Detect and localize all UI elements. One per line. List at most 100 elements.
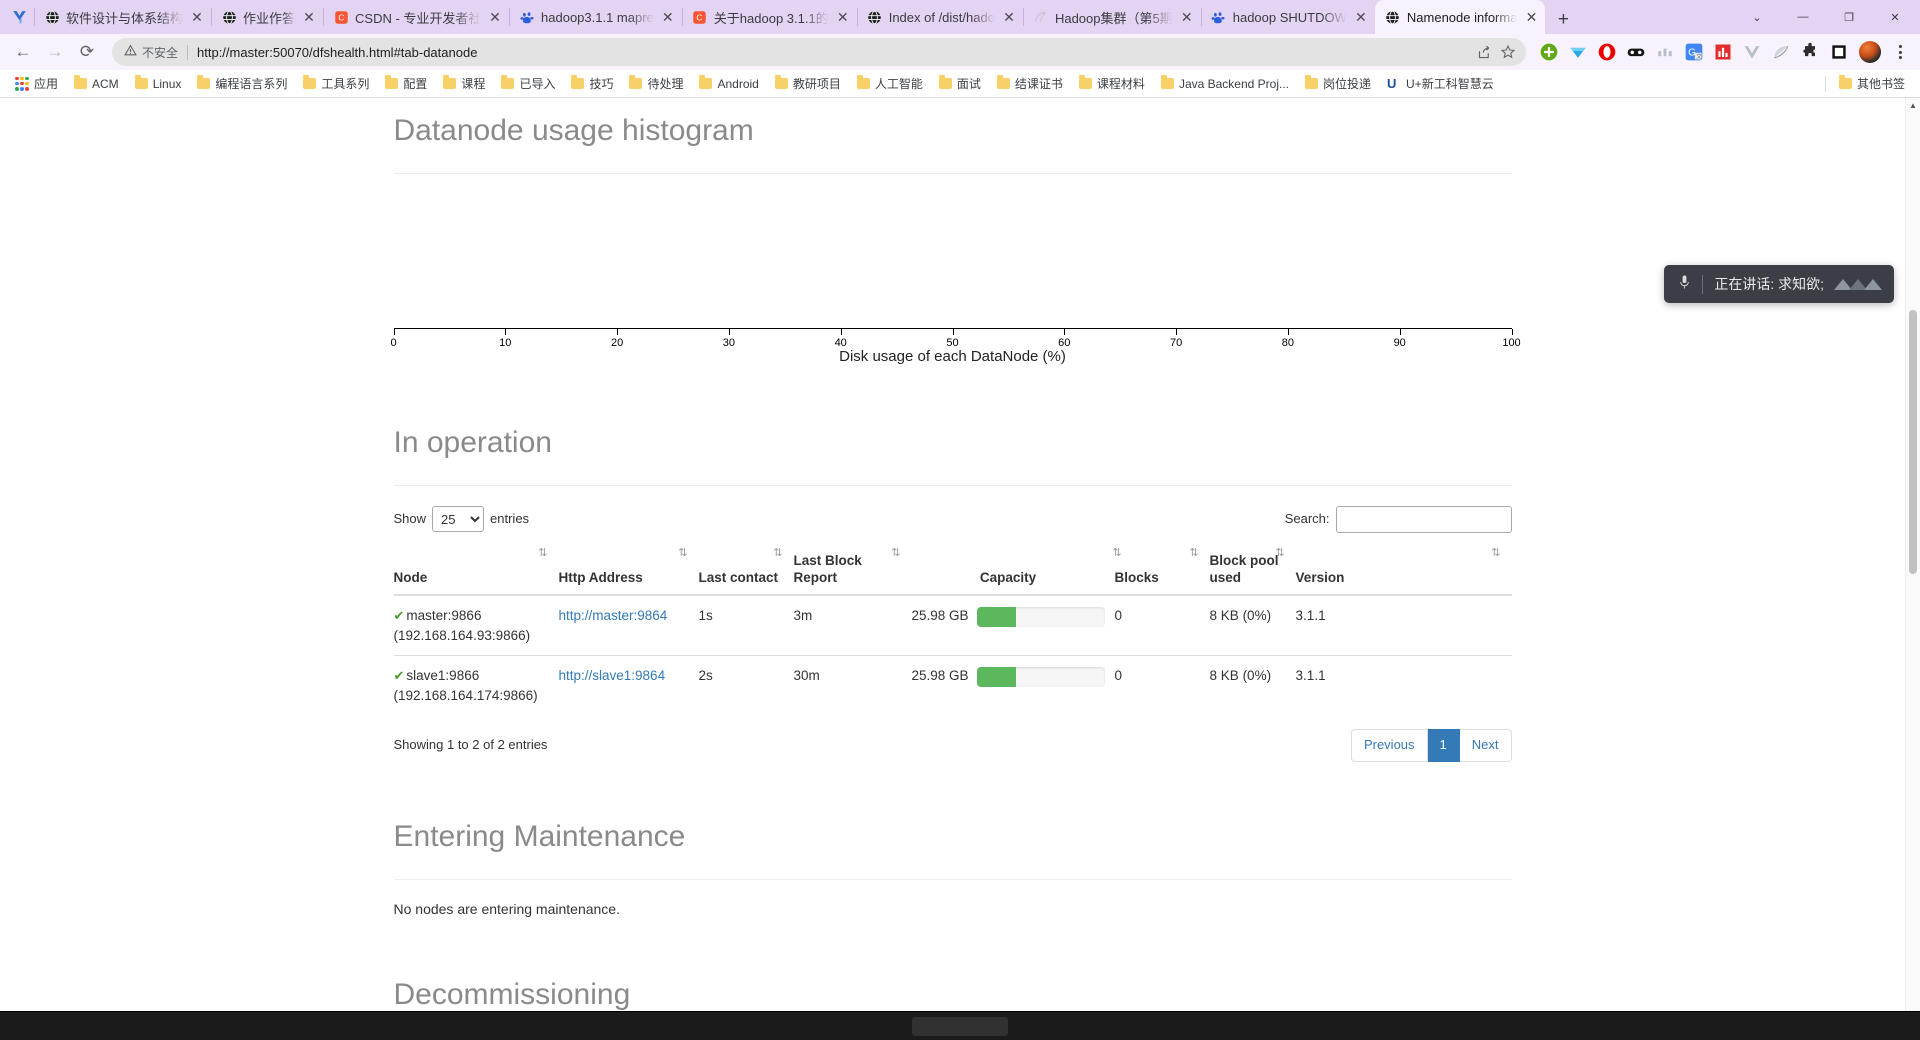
pagination-page-1[interactable]: 1 <box>1427 729 1460 762</box>
datanode-usage-histogram: 2 0 10 20 30 40 50 60 70 80 90 100 Disk usage of e… <box>390 194 1520 366</box>
tab-close-icon[interactable]: ✕ <box>301 9 317 25</box>
table-column-header[interactable]: Capacity ⇅ <box>911 544 1122 597</box>
share-icon[interactable] <box>1472 40 1496 64</box>
entries-label: entries <box>490 510 530 526</box>
table-column-header[interactable]: Last contact ⇅ <box>698 544 794 597</box>
bookmark-item[interactable]: 人工智能 <box>850 72 930 95</box>
bookmark-item[interactable]: 课程 <box>436 72 492 95</box>
star-icon[interactable] <box>1496 40 1520 64</box>
bookmark-item[interactable]: 技巧 <box>564 72 620 95</box>
bookmark-item[interactable]: 待处理 <box>622 72 690 95</box>
folder-icon <box>938 75 952 89</box>
table-column-header[interactable]: Node ⇅ <box>393 544 559 597</box>
bookmark-label: 应用 <box>34 77 59 91</box>
pagination-next[interactable]: Next <box>1459 729 1512 762</box>
bookmark-item[interactable]: Linux <box>128 74 189 94</box>
bookmark-item[interactable]: 面试 <box>932 72 988 95</box>
pagination-previous[interactable]: Previous <box>1350 729 1428 762</box>
http-address-link[interactable]: http://master:9864 <box>559 608 668 623</box>
browser-tab[interactable]: hadoop3.1.1 mapre ✕ <box>509 0 682 34</box>
v-logo-icon[interactable] <box>1739 39 1765 65</box>
bookmark-item[interactable]: 工具系列 <box>296 72 376 95</box>
scrollbar-thumb[interactable] <box>1909 310 1917 574</box>
table-column-header[interactable]: Blocks ⇅ <box>1114 544 1210 597</box>
histogram-tick <box>1064 328 1066 335</box>
opera-icon[interactable] <box>1594 39 1620 65</box>
square-icon[interactable] <box>1826 39 1852 65</box>
window-close-button[interactable]: ✕ <box>1872 0 1918 34</box>
forward-button[interactable]: → <box>40 37 70 67</box>
add-extension-icon[interactable] <box>1536 39 1562 65</box>
browser-tab[interactable]: Index of /dist/hado ✕ <box>856 0 1023 34</box>
bookmark-item[interactable]: U U+新工科智慧云 <box>1380 72 1501 95</box>
bookmark-item[interactable]: 岗位投递 <box>1298 72 1378 95</box>
glasses-icon[interactable] <box>1623 39 1649 65</box>
table-column-header[interactable]: Last Block Report ⇅ <box>793 544 912 597</box>
browser-tab[interactable]: Hadoop集群（第5期 ✕ <box>1022 0 1201 34</box>
bars-icon[interactable] <box>1652 39 1678 65</box>
tab-close-icon[interactable]: ✕ <box>487 9 503 25</box>
bookmark-item[interactable]: 结课证书 <box>990 72 1070 95</box>
bookmark-item[interactable]: 配置 <box>378 72 434 95</box>
entries-select[interactable]: 2550100 <box>432 506 485 533</box>
browser-tab[interactable]: C CSDN - 专业开发者社 ✕ <box>323 0 509 34</box>
capacity-progress-fill <box>976 666 1017 687</box>
taskbar-item[interactable] <box>912 1016 1008 1036</box>
diamond-icon[interactable] <box>1565 39 1591 65</box>
tab-title: 软件设计与体系结构 <box>66 10 184 26</box>
folder-icon <box>501 75 515 89</box>
tab-close-icon[interactable]: ✕ <box>660 9 676 25</box>
url-text[interactable]: http://master:50070/dfshealth.html#tab-d… <box>197 45 1472 60</box>
chart-icon[interactable] <box>1710 39 1736 65</box>
tab-close-icon[interactable]: ✕ <box>1001 9 1017 25</box>
bookmark-other-bookmarks[interactable]: 其他书签 <box>1832 72 1912 95</box>
http-address-link[interactable]: http://slave1:9864 <box>559 668 666 683</box>
tab-close-icon[interactable]: ✕ <box>1179 9 1195 25</box>
bookmark-item[interactable]: Android <box>692 74 765 94</box>
back-button[interactable]: ← <box>8 37 38 67</box>
bookmark-item[interactable]: 教研项目 <box>768 72 848 95</box>
bookmark-item[interactable]: 应用 <box>8 72 65 95</box>
divider <box>393 484 1512 486</box>
bookmark-item[interactable]: 课程材料 <box>1072 72 1152 95</box>
table-column-header[interactable]: Block pool used ⇅ <box>1209 544 1296 597</box>
new-tab-button[interactable]: + <box>1549 6 1577 34</box>
page-scrollbar[interactable]: ▲ ▼ <box>1905 98 1920 1039</box>
scroll-up-arrow[interactable]: ▲ <box>1906 98 1920 113</box>
table-column-header[interactable]: Http Address ⇅ <box>558 544 699 597</box>
address-bar[interactable]: 不安全 http://master:50070/dfshealth.html#t… <box>112 38 1526 66</box>
puzzle-icon[interactable] <box>1797 39 1823 65</box>
window-restore-button[interactable]: — <box>1780 0 1826 34</box>
avatar[interactable] <box>1859 41 1881 63</box>
browser-tab[interactable]: 软件设计与体系结构 ✕ <box>34 0 211 34</box>
table-column-header[interactable]: Version ⇅ <box>1295 544 1512 597</box>
tab-close-icon[interactable]: ✕ <box>835 9 851 25</box>
tab-title: Namenode informa <box>1406 9 1518 25</box>
svg-text:文: 文 <box>1696 53 1702 61</box>
reload-button[interactable]: ⟳ <box>72 37 102 67</box>
microphone-icon[interactable] <box>1678 274 1691 294</box>
browser-tab[interactable]: hadoop SHUTDOW ✕ <box>1200 0 1375 34</box>
bookmark-item[interactable]: 已导入 <box>494 72 562 95</box>
bookmark-item[interactable]: Java Backend Proj... <box>1154 74 1296 94</box>
tab-close-icon[interactable]: ✕ <box>1353 9 1369 25</box>
leaf-icon[interactable] <box>1768 39 1794 65</box>
window-maximize-button[interactable]: ❐ <box>1826 0 1872 34</box>
bookmark-item[interactable]: 编程语言系列 <box>190 72 294 95</box>
window-minimize-button[interactable]: ⌄ <box>1734 0 1780 34</box>
browser-tab[interactable]: C 关于hadoop 3.1.1的 ✕ <box>681 0 857 34</box>
security-status[interactable]: 不安全 <box>124 44 178 61</box>
search-input[interactable] <box>1335 505 1512 533</box>
page-viewport: Datanode usage histogram 2 0 10 20 30 40 50 60… <box>0 98 1920 1039</box>
bookmark-label: 已导入 <box>519 77 556 91</box>
tab-close-icon[interactable]: ✕ <box>189 9 205 25</box>
bookmark-item[interactable]: ACM <box>67 74 126 94</box>
google-translate-icon[interactable]: G文 <box>1681 39 1707 65</box>
kebab-menu-icon[interactable] <box>1888 45 1912 59</box>
browser-tab[interactable]: 作业作答 ✕ <box>211 0 323 34</box>
browser-tab-active[interactable]: Namenode informa ✕ <box>1374 0 1546 34</box>
tab-title: hadoop3.1.1 mapre <box>541 9 654 25</box>
bookmark-label: 其他书签 <box>1856 77 1905 91</box>
bookmark-label: 工具系列 <box>321 77 370 91</box>
tab-close-icon[interactable]: ✕ <box>1523 9 1539 25</box>
